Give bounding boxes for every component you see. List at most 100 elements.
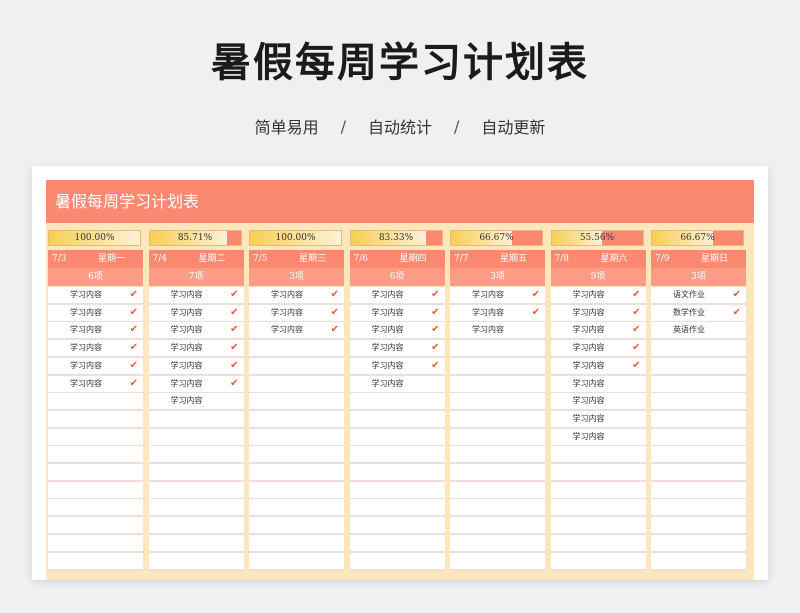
task-row[interactable]: 英语作业 <box>651 322 746 341</box>
task-row[interactable]: 学习内容 <box>349 375 445 394</box>
task-row[interactable]: 学习内容 ✔ <box>148 304 244 323</box>
task-row[interactable] <box>148 464 244 482</box>
task-row[interactable]: 学习内容 ✔ <box>148 375 244 394</box>
task-row[interactable] <box>249 499 344 518</box>
task-row[interactable]: 学习内容 <box>550 375 646 394</box>
task-row[interactable] <box>651 357 746 376</box>
task-row[interactable] <box>349 534 445 553</box>
task-row[interactable]: 学习内容 <box>450 322 545 341</box>
task-row[interactable]: 学习内容 ✔ <box>48 340 143 359</box>
task-row[interactable]: 学习内容 ✔ <box>48 322 143 341</box>
task-row[interactable] <box>550 552 646 571</box>
task-row[interactable]: 学习内容 ✔ <box>48 304 143 323</box>
task-row[interactable] <box>550 481 646 500</box>
task-row[interactable]: 学习内容 ✔ <box>148 287 244 305</box>
task-row[interactable] <box>550 499 646 518</box>
task-row[interactable]: 学习内容 <box>148 393 244 412</box>
task-row[interactable] <box>249 340 344 359</box>
task-row[interactable] <box>349 464 445 482</box>
task-row[interactable] <box>249 517 344 536</box>
task-row[interactable]: 学习内容 ✔ <box>249 304 344 323</box>
task-row[interactable] <box>450 428 545 447</box>
task-row[interactable] <box>249 357 344 376</box>
task-row[interactable] <box>349 499 445 518</box>
task-row[interactable] <box>651 534 746 553</box>
task-row[interactable] <box>48 517 143 536</box>
task-row[interactable] <box>450 517 545 536</box>
task-row[interactable]: 学习内容 ✔ <box>550 287 646 305</box>
task-row[interactable]: 学习内容 ✔ <box>349 322 445 341</box>
task-row[interactable] <box>450 446 545 465</box>
task-row[interactable] <box>148 552 244 571</box>
task-row[interactable] <box>651 393 746 412</box>
task-row[interactable] <box>48 481 143 500</box>
task-row[interactable] <box>450 481 545 500</box>
task-row[interactable] <box>249 481 344 500</box>
task-row[interactable]: 学习内容 ✔ <box>249 322 344 341</box>
task-row[interactable] <box>651 446 746 465</box>
task-row[interactable]: 学习内容 <box>550 410 646 429</box>
task-row[interactable] <box>48 534 143 553</box>
task-row[interactable] <box>48 410 143 429</box>
task-row[interactable] <box>249 410 344 429</box>
task-row[interactable]: 学习内容 <box>550 393 646 412</box>
task-row[interactable] <box>48 552 143 571</box>
task-row[interactable] <box>349 428 445 447</box>
task-row[interactable]: 学习内容 ✔ <box>349 340 445 359</box>
task-row[interactable] <box>349 481 445 500</box>
task-row[interactable] <box>651 481 746 500</box>
task-row[interactable]: 学习内容 ✔ <box>550 357 646 376</box>
task-row[interactable]: 学习内容 ✔ <box>349 357 445 376</box>
task-row[interactable] <box>450 375 545 394</box>
task-row[interactable] <box>349 393 445 412</box>
task-row[interactable] <box>651 410 746 429</box>
task-row[interactable]: 学习内容 ✔ <box>550 304 646 323</box>
task-row[interactable] <box>349 410 445 429</box>
task-row[interactable]: 学习内容 ✔ <box>550 322 646 341</box>
task-row[interactable] <box>651 499 746 518</box>
task-row[interactable]: 学习内容 <box>550 428 646 447</box>
task-row[interactable] <box>48 428 143 447</box>
task-row[interactable]: 学习内容 ✔ <box>450 287 545 305</box>
task-row[interactable] <box>148 446 244 465</box>
task-row[interactable] <box>48 499 143 518</box>
task-row[interactable] <box>148 410 244 429</box>
task-row[interactable] <box>550 534 646 553</box>
task-row[interactable]: 学习内容 ✔ <box>148 357 244 376</box>
task-row[interactable]: 学习内容 ✔ <box>249 287 344 305</box>
task-row[interactable] <box>450 357 545 376</box>
task-row[interactable] <box>450 393 545 412</box>
task-row[interactable] <box>48 446 143 465</box>
task-row[interactable] <box>249 393 344 412</box>
task-row[interactable]: 学习内容 ✔ <box>48 357 143 376</box>
task-row[interactable] <box>48 393 143 412</box>
task-row[interactable] <box>148 534 244 553</box>
task-row[interactable] <box>651 428 746 447</box>
task-row[interactable]: 数学作业 ✔ <box>651 304 746 323</box>
task-row[interactable]: 学习内容 ✔ <box>450 304 545 323</box>
task-row[interactable] <box>249 446 344 465</box>
task-row[interactable] <box>651 375 746 394</box>
task-row[interactable] <box>249 375 344 394</box>
task-row[interactable] <box>148 499 244 518</box>
task-row[interactable] <box>450 552 545 571</box>
task-row[interactable] <box>450 499 545 518</box>
task-row[interactable]: 学习内容 ✔ <box>48 287 143 305</box>
task-row[interactable]: 语文作业 ✔ <box>651 287 746 305</box>
task-row[interactable] <box>249 428 344 447</box>
task-row[interactable] <box>450 534 545 553</box>
task-row[interactable]: 学习内容 ✔ <box>148 340 244 359</box>
task-row[interactable] <box>651 464 746 482</box>
task-row[interactable] <box>651 340 746 359</box>
task-row[interactable] <box>550 446 646 465</box>
task-row[interactable] <box>450 340 545 359</box>
task-row[interactable] <box>349 552 445 571</box>
task-row[interactable] <box>148 428 244 447</box>
task-row[interactable]: 学习内容 ✔ <box>349 287 445 305</box>
task-row[interactable] <box>349 517 445 536</box>
task-row[interactable] <box>148 517 244 536</box>
task-row[interactable] <box>550 464 646 482</box>
task-row[interactable]: 学习内容 ✔ <box>349 304 445 323</box>
task-row[interactable] <box>550 517 646 536</box>
task-row[interactable] <box>249 464 344 482</box>
